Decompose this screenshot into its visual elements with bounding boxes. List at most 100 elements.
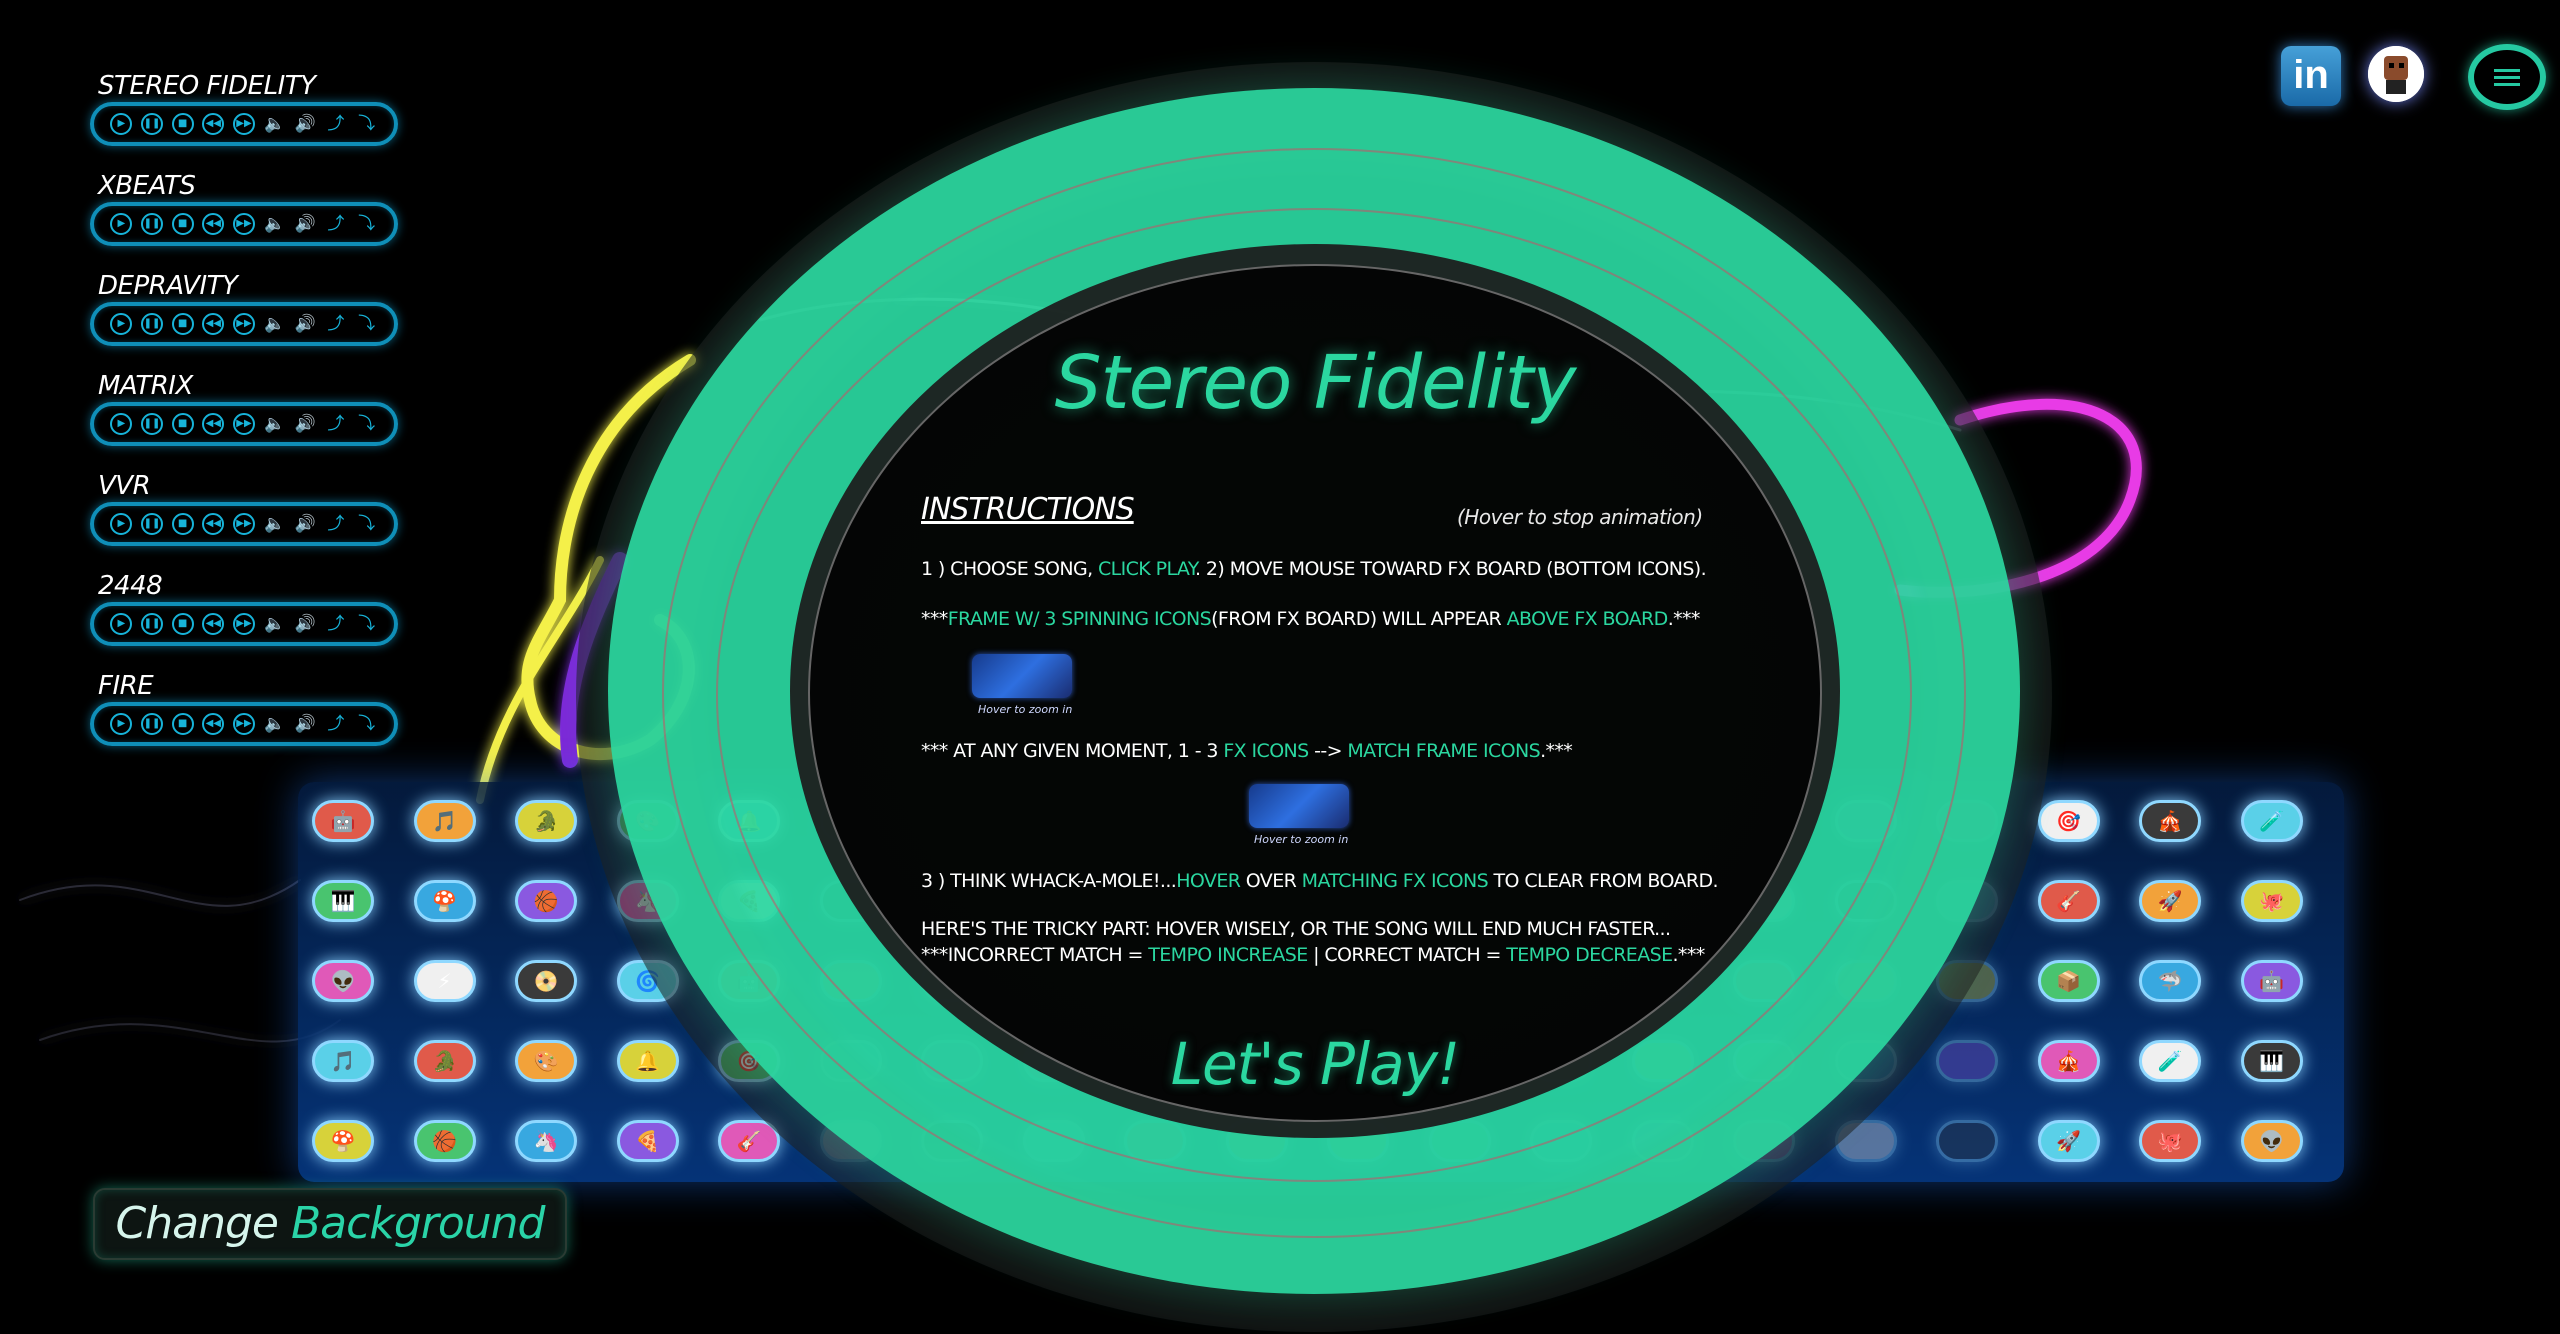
- fx-icon[interactable]: 📀: [515, 960, 577, 1002]
- stop-icon[interactable]: ■: [171, 713, 194, 735]
- stop-icon[interactable]: ■: [171, 213, 194, 235]
- fx-icon[interactable]: 🎵: [413, 800, 476, 842]
- tempo-up-icon[interactable]: ⤴: [325, 213, 347, 235]
- rewind-icon[interactable]: ◀◀: [202, 613, 225, 635]
- tempo-up-icon[interactable]: ⤴: [325, 513, 347, 535]
- fx-icon[interactable]: 🧪: [2240, 800, 2303, 842]
- stop-icon[interactable]: ■: [171, 113, 194, 135]
- linkedin-icon[interactable]: in: [2281, 46, 2341, 106]
- fast-forward-icon[interactable]: ▶▶: [232, 413, 255, 435]
- tempo-up-icon[interactable]: ⤴: [325, 413, 347, 435]
- fx-icon[interactable]: 🐙: [2240, 880, 2303, 922]
- volume-up-icon[interactable]: 🔊: [294, 513, 316, 535]
- volume-up-icon[interactable]: 🔊: [294, 713, 316, 735]
- tempo-down-icon[interactable]: ⤵: [356, 713, 378, 735]
- rewind-icon[interactable]: ◀◀: [202, 513, 225, 535]
- fx-icon[interactable]: 🎪: [2139, 800, 2201, 842]
- fx-icon[interactable]: 👽: [312, 960, 374, 1002]
- stop-icon[interactable]: ■: [171, 513, 194, 535]
- rewind-icon[interactable]: ◀◀: [202, 413, 225, 435]
- volume-down-icon[interactable]: 🔈: [264, 213, 286, 235]
- play-icon[interactable]: ▶: [110, 313, 133, 335]
- pause-icon[interactable]: ❚❚: [140, 313, 163, 335]
- fx-icon[interactable]: 🎸: [2037, 880, 2100, 922]
- tempo-down-icon[interactable]: ⤵: [356, 213, 378, 235]
- frame-example-thumbnail[interactable]: [972, 654, 1072, 698]
- fast-forward-icon[interactable]: ▶▶: [232, 313, 255, 335]
- tempo-up-icon[interactable]: ⤴: [325, 313, 347, 335]
- fx-icon[interactable]: 🏀: [413, 1120, 476, 1162]
- fx-icon[interactable]: 🐙: [2139, 1120, 2201, 1162]
- play-icon[interactable]: ▶: [110, 213, 133, 235]
- fx-icon[interactable]: 🍕: [616, 1120, 679, 1162]
- board-example-thumbnail[interactable]: [1249, 784, 1349, 828]
- menu-icon[interactable]: [2468, 44, 2546, 110]
- tempo-down-icon[interactable]: ⤵: [356, 613, 378, 635]
- fx-icon[interactable]: [1936, 1120, 1998, 1162]
- fx-icon[interactable]: 👽: [2240, 1120, 2303, 1162]
- volume-up-icon[interactable]: 🔊: [294, 213, 316, 235]
- volume-down-icon[interactable]: 🔈: [264, 113, 286, 135]
- fx-icon[interactable]: 🐊: [515, 800, 577, 842]
- fx-icon[interactable]: 🔔: [616, 1040, 679, 1082]
- play-icon[interactable]: ▶: [110, 513, 133, 535]
- change-background-button[interactable]: Change Background: [93, 1188, 567, 1260]
- fast-forward-icon[interactable]: ▶▶: [232, 113, 255, 135]
- pause-icon[interactable]: ❚❚: [140, 613, 163, 635]
- fx-icon[interactable]: 🏀: [515, 880, 577, 922]
- volume-up-icon[interactable]: 🔊: [294, 113, 316, 135]
- fx-icon[interactable]: 🦈: [2139, 960, 2201, 1002]
- fx-icon[interactable]: [1936, 1040, 1998, 1082]
- fast-forward-icon[interactable]: ▶▶: [232, 213, 255, 235]
- pause-icon[interactable]: ❚❚: [140, 113, 163, 135]
- fast-forward-icon[interactable]: ▶▶: [232, 513, 255, 535]
- pause-icon[interactable]: ❚❚: [140, 713, 163, 735]
- fast-forward-icon[interactable]: ▶▶: [232, 713, 255, 735]
- pause-icon[interactable]: ❚❚: [140, 213, 163, 235]
- pause-icon[interactable]: ❚❚: [140, 413, 163, 435]
- fx-icon[interactable]: 🍄: [413, 880, 476, 922]
- fx-icon[interactable]: 🎯: [2037, 800, 2100, 842]
- fx-icon[interactable]: 🤖: [2240, 960, 2303, 1002]
- play-icon[interactable]: ▶: [110, 713, 133, 735]
- tempo-down-icon[interactable]: ⤵: [356, 113, 378, 135]
- fx-icon[interactable]: 🦄: [515, 1120, 577, 1162]
- tempo-down-icon[interactable]: ⤵: [356, 313, 378, 335]
- lets-play-button[interactable]: Let's Play!: [1120, 1030, 1510, 1098]
- tempo-up-icon[interactable]: ⤴: [325, 713, 347, 735]
- volume-up-icon[interactable]: 🔊: [294, 313, 316, 335]
- play-icon[interactable]: ▶: [110, 613, 133, 635]
- volume-down-icon[interactable]: 🔈: [264, 413, 286, 435]
- fx-icon[interactable]: ⚡: [413, 960, 476, 1002]
- volume-up-icon[interactable]: 🔊: [294, 413, 316, 435]
- fx-icon[interactable]: 🚀: [2139, 880, 2201, 922]
- volume-down-icon[interactable]: 🔈: [264, 713, 286, 735]
- volume-up-icon[interactable]: 🔊: [294, 613, 316, 635]
- fx-icon[interactable]: 🧪: [2139, 1040, 2201, 1082]
- tempo-up-icon[interactable]: ⤴: [325, 613, 347, 635]
- play-icon[interactable]: ▶: [110, 413, 133, 435]
- fx-icon[interactable]: 📦: [2037, 960, 2100, 1002]
- rewind-icon[interactable]: ◀◀: [202, 113, 225, 135]
- fast-forward-icon[interactable]: ▶▶: [232, 613, 255, 635]
- fx-icon[interactable]: 🐊: [413, 1040, 476, 1082]
- fx-icon[interactable]: 🎪: [2037, 1040, 2100, 1082]
- stop-icon[interactable]: ■: [171, 413, 194, 435]
- pause-icon[interactable]: ❚❚: [140, 513, 163, 535]
- stop-icon[interactable]: ■: [171, 313, 194, 335]
- tempo-down-icon[interactable]: ⤵: [356, 413, 378, 435]
- rewind-icon[interactable]: ◀◀: [202, 213, 225, 235]
- fx-icon[interactable]: 🎹: [2240, 1040, 2303, 1082]
- rewind-icon[interactable]: ◀◀: [202, 713, 225, 735]
- stop-icon[interactable]: ■: [171, 613, 194, 635]
- play-icon[interactable]: ▶: [110, 113, 133, 135]
- rewind-icon[interactable]: ◀◀: [202, 313, 225, 335]
- tempo-up-icon[interactable]: ⤴: [325, 113, 347, 135]
- volume-down-icon[interactable]: 🔈: [264, 313, 286, 335]
- tempo-down-icon[interactable]: ⤵: [356, 513, 378, 535]
- volume-down-icon[interactable]: 🔈: [264, 513, 286, 535]
- fx-icon[interactable]: 🍄: [312, 1120, 374, 1162]
- fx-icon[interactable]: 🎹: [312, 880, 374, 922]
- volume-down-icon[interactable]: 🔈: [264, 613, 286, 635]
- fx-icon[interactable]: 🚀: [2037, 1120, 2100, 1162]
